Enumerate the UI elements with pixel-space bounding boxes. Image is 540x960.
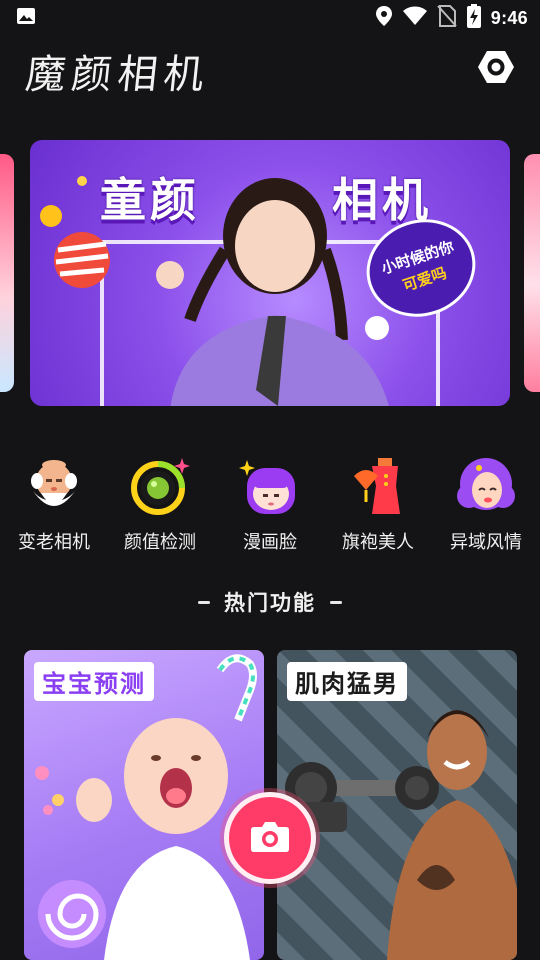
status-bar: 9:46 <box>0 0 540 36</box>
feature-label: 变老相机 <box>18 532 90 553</box>
clock: 9:46 <box>490 7 528 28</box>
location-icon <box>375 5 393 31</box>
feature-shortcuts: 变老相机 颜值检测 漫画脸 旗袍美人 异域风情 <box>0 452 540 562</box>
banner-peek-next[interactable] <box>524 154 540 392</box>
wifi-icon <box>402 6 427 30</box>
image-icon <box>16 6 36 30</box>
card-muscle-man[interactable]: 肌肉猛男 <box>277 650 517 960</box>
card-label: 肌肉猛男 <box>287 662 407 701</box>
battery-charging-icon <box>466 4 481 32</box>
feature-aging-camera[interactable]: 变老相机 <box>0 452 108 562</box>
feature-label: 颜值检测 <box>124 532 196 553</box>
section-title: 热门功能 <box>224 591 316 615</box>
exotic-woman-icon <box>452 452 520 520</box>
feature-beauty-score[interactable]: 颜值检测 <box>106 452 214 562</box>
card-label: 宝宝预测 <box>34 662 154 701</box>
feature-label: 异域风情 <box>450 532 522 553</box>
hot-features-heading: 热门功能 <box>0 586 540 618</box>
banner-title-left: 童颜 <box>100 173 200 227</box>
camera-icon <box>250 819 290 857</box>
app-title: 魔颜相机 <box>23 52 212 98</box>
qipao-icon <box>344 452 412 520</box>
card-baby-prediction[interactable]: 宝宝预测 <box>24 650 264 960</box>
settings-hexagon-icon <box>477 48 515 90</box>
cartoon-face-icon <box>236 452 304 520</box>
banner-carousel[interactable]: 童颜 相机 小时候的你 可爱吗 <box>0 140 540 406</box>
feature-exotic-style[interactable]: 异域风情 <box>432 452 540 562</box>
no-sim-icon <box>437 5 457 31</box>
feature-qipao-beauty[interactable]: 旗袍美人 <box>324 452 432 562</box>
lens-ring-icon <box>126 452 194 520</box>
feature-label: 漫画脸 <box>243 532 297 553</box>
section-dash-left <box>198 600 210 604</box>
banner-peek-previous[interactable] <box>0 154 14 392</box>
camera-button[interactable] <box>224 792 316 884</box>
banner-childface-camera[interactable]: 童颜 相机 小时候的你 可爱吗 <box>30 140 510 406</box>
section-dash-right <box>330 600 342 604</box>
app-header: 魔颜相机 <box>0 40 540 100</box>
settings-button[interactable] <box>476 49 516 89</box>
old-man-icon <box>20 452 88 520</box>
feature-label: 旗袍美人 <box>342 532 414 553</box>
feature-cartoon-face[interactable]: 漫画脸 <box>216 452 324 562</box>
